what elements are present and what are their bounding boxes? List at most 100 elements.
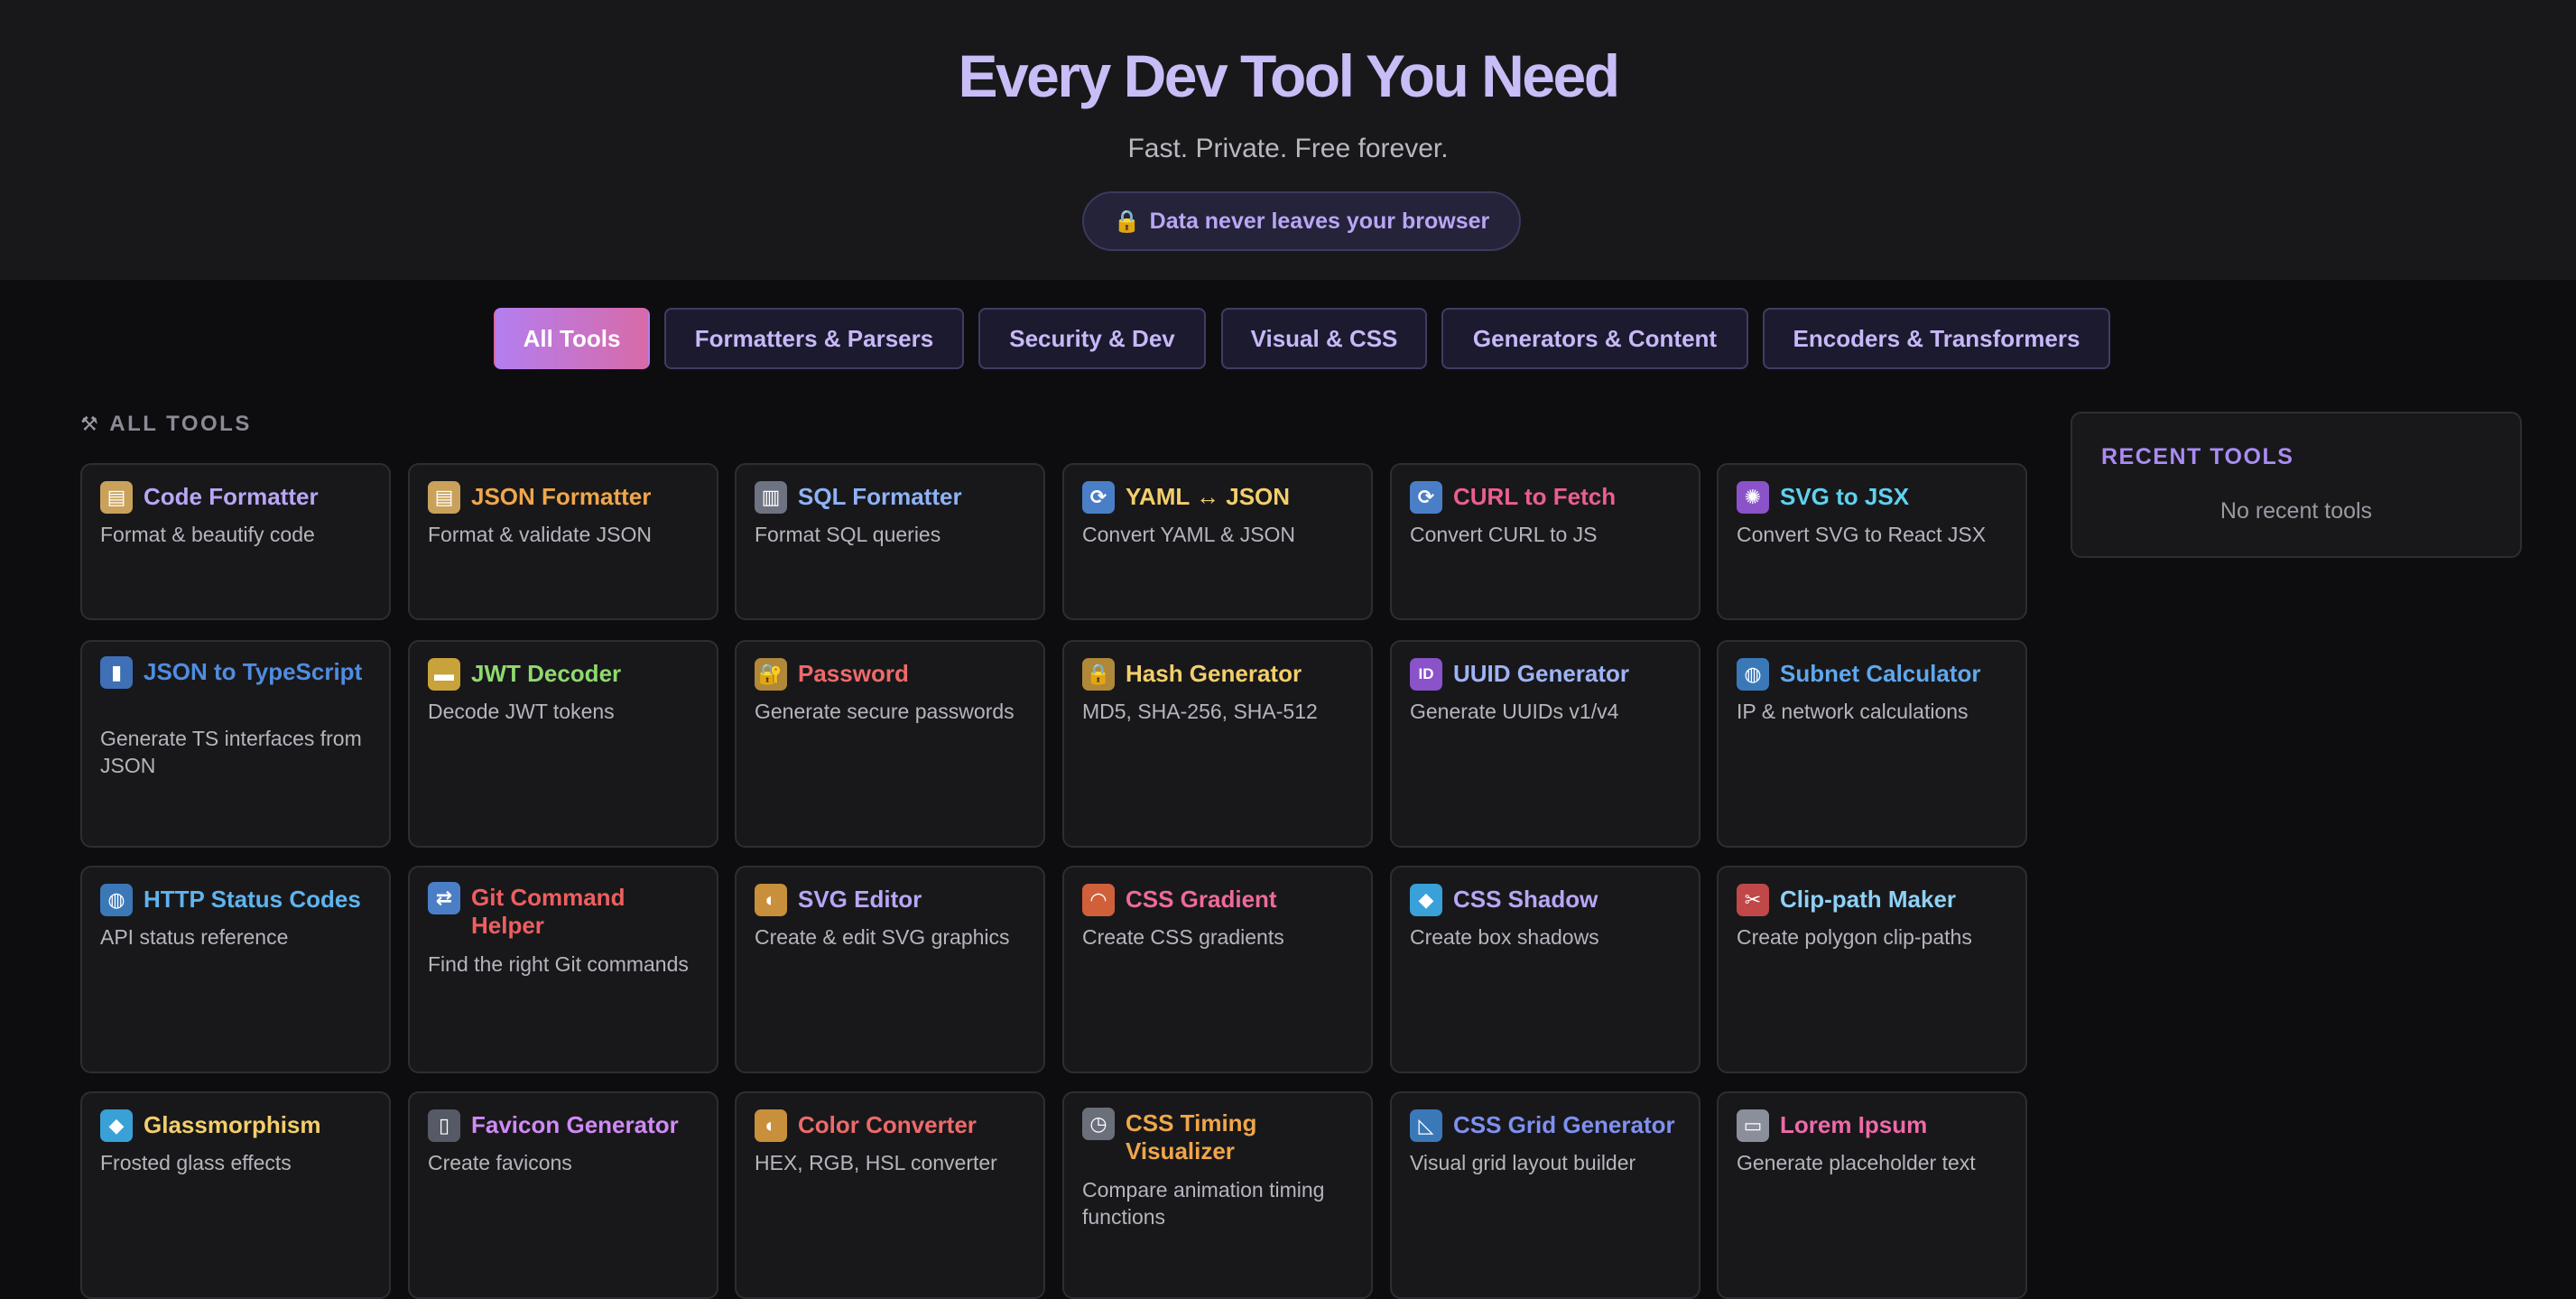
tool-card[interactable]: ✂ Clip-path Maker Create polygon clip-path… xyxy=(1717,866,2027,1073)
tool-card-header: ◐ SVG Editor xyxy=(755,884,1029,916)
palette-icon: ◐ xyxy=(755,1109,787,1142)
tool-description: Convert SVG to React JSX xyxy=(1737,523,1987,546)
page-icon: ▭ xyxy=(1737,1109,1769,1142)
gem-icon: ◆ xyxy=(100,1109,133,1142)
tool-card[interactable]: ◐ Color Converter HEX, RGB, HSL converter xyxy=(735,1091,1045,1299)
tool-card[interactable]: ◍ HTTP Status Codes API status reference xyxy=(80,866,391,1073)
tool-card[interactable]: ⇄ Git Command Helper Find the right Git co… xyxy=(408,866,718,1073)
tool-description: Create polygon clip-paths xyxy=(1737,925,1972,949)
tab-security-dev[interactable]: Security & Dev xyxy=(978,308,1206,369)
tool-description: Format & beautify code xyxy=(100,523,315,546)
tool-card[interactable]: ⟳ CURL to Fetch Convert CURL to JS xyxy=(1390,463,1700,620)
tool-title: SVG to JSX xyxy=(1780,483,1910,510)
tool-description: Convert YAML & JSON xyxy=(1082,523,1296,546)
tab-all-tools[interactable]: All Tools xyxy=(494,308,650,369)
tool-card[interactable]: ◠ CSS Gradient Create CSS gradients xyxy=(1062,866,1373,1073)
tool-description: HEX, RGB, HSL converter xyxy=(755,1151,997,1174)
tool-title: Lorem Ipsum xyxy=(1780,1111,1928,1138)
tool-description: API status reference xyxy=(100,925,289,949)
tool-card-header: ⟳ CURL to Fetch xyxy=(1410,481,1684,514)
tool-card[interactable]: ◷ CSS Timing Visualizer Compare animation … xyxy=(1062,1091,1373,1299)
tools-icon: ⚒ xyxy=(80,413,101,435)
page-title: Every Dev Tool You Need xyxy=(958,42,1620,109)
tool-card[interactable]: ⟳ YAML ↔ JSON Convert YAML & JSON xyxy=(1062,463,1373,620)
tool-title: CSS Gradient xyxy=(1126,886,1277,913)
tool-title: SVG Editor xyxy=(798,886,922,913)
tool-card[interactable]: ▯ Favicon Generator Create favicons xyxy=(408,1091,718,1299)
tool-card-header: ▮ JSON to TypeScript xyxy=(100,656,375,689)
tool-card[interactable]: ◆ CSS Shadow Create box shadows xyxy=(1390,866,1700,1073)
shuffle-icon: ⇄ xyxy=(428,882,460,914)
tool-description: Generate TS interfaces from JSON xyxy=(100,727,362,777)
lock-icon: 🔒 xyxy=(1113,209,1141,234)
tool-card[interactable]: ◐ SVG Editor Create & edit SVG graphics xyxy=(735,866,1045,1073)
tool-description: Find the right Git commands xyxy=(428,952,689,976)
tool-card-header: ▤ JSON Formatter xyxy=(428,481,702,514)
globe-icon: ◍ xyxy=(1737,658,1769,691)
section-heading: ⚒ ALL TOOLS xyxy=(80,412,252,437)
tool-card[interactable]: ▮ JSON to TypeScript Generate TS interface… xyxy=(80,640,391,848)
tool-card[interactable]: ▥ SQL Formatter Format SQL queries xyxy=(735,463,1045,620)
category-tabs: All Tools Formatters & Parsers Security … xyxy=(0,308,2576,369)
book-icon: ▮ xyxy=(100,656,133,689)
tool-card[interactable]: ID UUID Generator Generate UUIDs v1/v4 xyxy=(1390,640,1700,848)
tool-card[interactable]: ▭ Lorem Ipsum Generate placeholder text xyxy=(1717,1091,2027,1299)
ticket-icon: ▬ xyxy=(428,658,460,691)
tool-description: Create & edit SVG graphics xyxy=(755,925,1010,949)
tab-formatters-parsers[interactable]: Formatters & Parsers xyxy=(664,308,964,369)
tool-description: Frosted glass effects xyxy=(100,1151,292,1174)
lock-key-icon: 🔐 xyxy=(755,658,787,691)
tool-title: Color Converter xyxy=(798,1111,977,1138)
tool-card[interactable]: ▤ Code Formatter Format & beautify code xyxy=(80,463,391,620)
tool-card-header: 🔐 Password xyxy=(755,658,1029,691)
tool-title: UUID Generator xyxy=(1453,660,1630,687)
tool-card[interactable]: ▬ JWT Decoder Decode JWT tokens xyxy=(408,640,718,848)
tool-title: JWT Decoder xyxy=(471,660,622,687)
id-icon: ID xyxy=(1410,658,1442,691)
clipboard-icon: ▤ xyxy=(428,481,460,514)
tool-description: Format & validate JSON xyxy=(428,523,652,546)
tool-title: CURL to Fetch xyxy=(1453,483,1617,510)
recent-tools-empty: No recent tools xyxy=(2219,498,2373,524)
tool-title: CSS Grid Generator xyxy=(1453,1111,1675,1138)
tool-title: Glassmorphism xyxy=(144,1111,321,1138)
tool-description: Create box shadows xyxy=(1410,925,1599,949)
tool-description: IP & network calculations xyxy=(1737,700,1969,723)
tool-card[interactable]: 🔐 Password Generate secure passwords xyxy=(735,640,1045,848)
tool-title: Git Command Helper xyxy=(471,884,625,939)
tool-description: Create CSS gradients xyxy=(1082,925,1284,949)
recent-tools-panel: RECENT TOOLS No recent tools xyxy=(2071,412,2522,558)
tool-card-header: ⟳ YAML ↔ JSON xyxy=(1082,481,1357,514)
gem-icon: ◆ xyxy=(1410,884,1442,916)
tool-card-header: 🔒 Hash Generator xyxy=(1082,658,1357,691)
tool-card-header: ▯ Favicon Generator xyxy=(428,1109,702,1142)
tool-title: CSS Timing Visualizer xyxy=(1126,1109,1257,1164)
tool-description: Generate secure passwords xyxy=(755,700,1015,723)
tool-description: Visual grid layout builder xyxy=(1410,1151,1636,1174)
tool-card[interactable]: ▤ JSON Formatter Format & validate JSON xyxy=(408,463,718,620)
tool-card[interactable]: ◆ Glassmorphism Frosted glass effects xyxy=(80,1091,391,1299)
tool-card-header: ✂ Clip-path Maker xyxy=(1737,884,2011,916)
tool-card[interactable]: ◍ Subnet Calculator IP & network calculati… xyxy=(1717,640,2027,848)
tab-visual-css[interactable]: Visual & CSS xyxy=(1221,308,1427,369)
tool-card-header: ✺ SVG to JSX xyxy=(1737,481,2011,514)
tool-card-header: ◐ Color Converter xyxy=(755,1109,1029,1142)
tool-card-header: ◷ CSS Timing Visualizer xyxy=(1082,1108,1357,1165)
clipboard-icon: ▤ xyxy=(100,481,133,514)
tab-encoders-transformers[interactable]: Encoders & Transformers xyxy=(1763,308,2110,369)
tool-title: Subnet Calculator xyxy=(1780,660,1981,687)
tool-card-header: ▤ Code Formatter xyxy=(100,481,375,514)
tool-card-header: ◆ Glassmorphism xyxy=(100,1109,375,1142)
tool-description: Convert CURL to JS xyxy=(1410,523,1598,546)
tool-title: Clip-path Maker xyxy=(1780,886,1957,913)
tool-card[interactable]: 🔒 Hash Generator MD5, SHA-256, SHA-512 xyxy=(1062,640,1373,848)
convert-icon: ⟳ xyxy=(1410,481,1442,514)
tool-card[interactable]: ✺ SVG to JSX Convert SVG to React JSX xyxy=(1717,463,2027,620)
tab-generators-content[interactable]: Generators & Content xyxy=(1441,308,1748,369)
tool-card-header: ◍ Subnet Calculator xyxy=(1737,658,2011,691)
tool-card[interactable]: ◺ CSS Grid Generator Visual grid layout bu… xyxy=(1390,1091,1700,1299)
tool-description: MD5, SHA-256, SHA-512 xyxy=(1082,700,1318,723)
ruler-icon: ◺ xyxy=(1410,1109,1442,1142)
tool-title: SQL Formatter xyxy=(798,483,962,510)
globe-icon: ◍ xyxy=(100,884,133,916)
